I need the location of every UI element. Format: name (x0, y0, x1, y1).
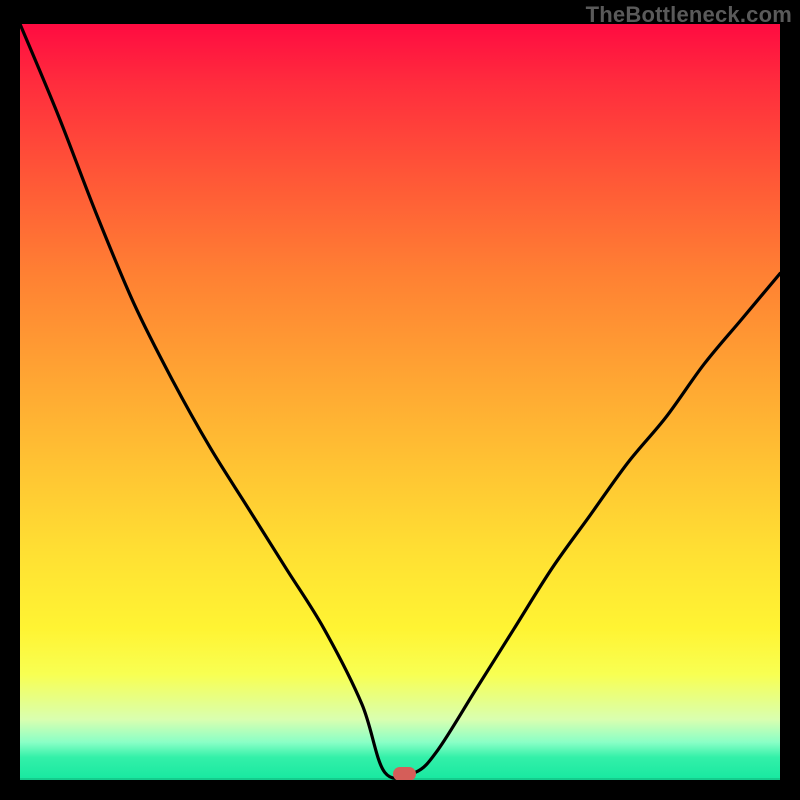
minimum-marker (393, 767, 416, 780)
curve-svg (20, 24, 780, 780)
chart-frame: TheBottleneck.com (0, 0, 800, 800)
plot-area (20, 24, 780, 780)
bottleneck-curve-path (20, 24, 780, 778)
watermark-text: TheBottleneck.com (586, 2, 792, 28)
